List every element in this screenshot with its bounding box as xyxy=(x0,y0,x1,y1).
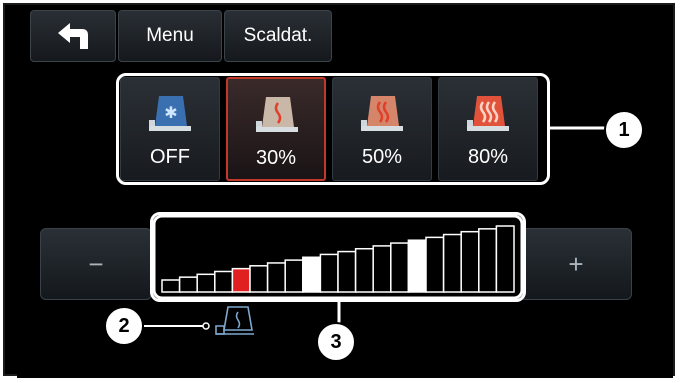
decrease-button[interactable]: − xyxy=(40,228,152,300)
callout-3-outline xyxy=(150,212,526,302)
minus-icon: − xyxy=(88,248,104,279)
increase-button[interactable]: + xyxy=(520,228,632,300)
callout-2-circle: 2 xyxy=(104,306,144,346)
callout-3-circle: 3 xyxy=(316,322,356,362)
back-arrow-icon xyxy=(56,21,90,51)
callout-3-number: 3 xyxy=(330,330,342,353)
callout-1-number: 1 xyxy=(618,118,630,141)
callout-1-circle: 1 xyxy=(604,110,644,150)
plus-icon: + xyxy=(568,248,584,279)
callout-1-outline xyxy=(116,73,550,185)
menu-button[interactable]: Menu xyxy=(118,10,222,62)
callout-3-leader xyxy=(337,300,341,324)
menu-label: Menu xyxy=(146,25,194,46)
seat-heat-indicator-icon xyxy=(214,304,260,336)
callout-2-leader xyxy=(144,322,210,330)
callout-1-leader xyxy=(548,126,608,130)
callout-2-number: 2 xyxy=(118,314,130,337)
scaldat-tab[interactable]: Scaldat. xyxy=(224,10,332,62)
scaldat-label: Scaldat. xyxy=(243,25,313,46)
back-button[interactable] xyxy=(30,10,116,62)
